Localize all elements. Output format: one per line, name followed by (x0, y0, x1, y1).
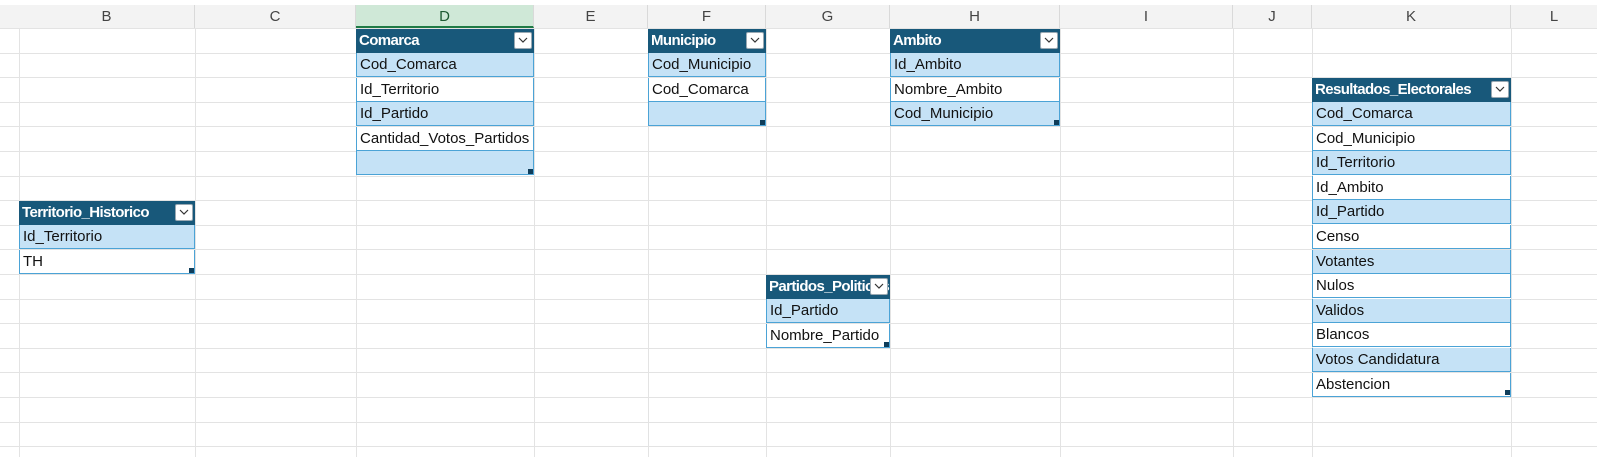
table-row[interactable]: Censo (1312, 225, 1511, 249)
table-row[interactable]: Votantes (1312, 249, 1511, 274)
table-header[interactable]: Ambito (890, 29, 1060, 53)
grid-line (0, 53, 1597, 54)
grid-line (766, 28, 767, 457)
grid-line (0, 446, 1597, 447)
grid-line (534, 28, 535, 457)
resize-handle-icon[interactable] (760, 120, 765, 125)
table-row[interactable]: Validos (1312, 298, 1511, 323)
resize-handle-icon[interactable] (884, 342, 889, 347)
table-header[interactable]: Municipio (648, 29, 766, 53)
table-row[interactable]: Blancos (1312, 323, 1511, 348)
grid-line (1511, 28, 1512, 457)
table-municipio[interactable]: Municipio Cod_Municipio Cod_Comarca (648, 29, 766, 127)
table-row[interactable]: Id_Territorio (19, 225, 195, 249)
grid-line (0, 397, 1597, 398)
resize-handle-icon[interactable] (528, 169, 533, 174)
column-header-c[interactable]: C (195, 5, 356, 28)
grid-line (0, 422, 1597, 423)
table-row[interactable]: Votos Candidatura (1312, 348, 1511, 372)
table-row[interactable]: Id_Territorio (356, 77, 534, 102)
table-row[interactable]: Nulos (1312, 274, 1511, 299)
column-header-b[interactable]: B (19, 5, 195, 28)
chevron-down-icon (874, 283, 884, 289)
column-header-d[interactable]: D (356, 5, 534, 28)
filter-dropdown-button[interactable] (514, 32, 532, 49)
table-row[interactable]: Cantidad_Votos_Partidos (356, 126, 534, 151)
table-header[interactable]: Comarca (356, 29, 534, 53)
column-header-e[interactable]: E (534, 5, 648, 28)
table-row[interactable]: Id_Partido (1312, 200, 1511, 225)
spreadsheet-grid[interactable]: B C D E F G H I J K L Comarca Cod_Comarca… (0, 0, 1597, 457)
resize-handle-icon[interactable] (1054, 120, 1059, 125)
filter-dropdown-button[interactable] (1040, 32, 1058, 49)
table-header[interactable]: Partidos_Politicos (766, 275, 890, 299)
table-header-label: Municipio (651, 32, 716, 49)
chevron-down-icon (750, 37, 760, 43)
table-header[interactable]: Resultados_Electorales (1312, 78, 1511, 102)
table-row[interactable]: Id_Ambito (1312, 175, 1511, 200)
column-header-j[interactable]: J (1233, 5, 1312, 28)
table-row[interactable]: Id_Partido (356, 102, 534, 127)
table-row[interactable]: Cod_Comarca (648, 77, 766, 102)
chevron-down-icon (1495, 86, 1505, 92)
chevron-down-icon (518, 37, 528, 43)
table-header-label: Ambito (893, 32, 942, 49)
table-row[interactable]: Cod_Municipio (1312, 126, 1511, 151)
resize-handle-icon[interactable] (189, 268, 194, 273)
chevron-down-icon (179, 209, 189, 215)
table-comarca[interactable]: Comarca Cod_Comarca Id_Territorio Id_Partid… (356, 29, 534, 176)
column-header-g[interactable]: G (766, 5, 890, 28)
filter-dropdown-button[interactable] (175, 204, 193, 221)
column-header-f[interactable]: F (648, 5, 766, 28)
table-row[interactable]: Nombre_Partido (766, 323, 890, 348)
table-header-label: Territorio_Historico (22, 204, 150, 221)
table-row[interactable]: TH (19, 249, 195, 274)
column-header-l[interactable]: L (1511, 5, 1597, 28)
column-header-h[interactable]: H (890, 5, 1060, 28)
table-row[interactable]: Cod_Municipio (890, 102, 1060, 127)
table-row[interactable]: Id_Partido (766, 299, 890, 323)
resize-handle-icon[interactable] (1505, 390, 1510, 395)
column-header-i[interactable]: I (1060, 5, 1233, 28)
table-row[interactable]: Abstencion (1312, 372, 1511, 397)
filter-dropdown-button[interactable] (746, 32, 764, 49)
table-row[interactable] (356, 151, 534, 176)
table-partidos-politicos[interactable]: Partidos_Politicos Id_Partido Nombre_Parti… (766, 275, 890, 348)
column-header-k[interactable]: K (1312, 5, 1511, 28)
grid-line (1060, 28, 1061, 457)
table-territorio-historico[interactable]: Territorio_Historico Id_Territorio TH (19, 201, 195, 274)
filter-dropdown-button[interactable] (870, 278, 888, 295)
chevron-down-icon (1044, 37, 1054, 43)
table-ambito[interactable]: Ambito Id_Ambito Nombre_Ambito Cod_Municipi… (890, 29, 1060, 127)
table-row[interactable] (648, 102, 766, 127)
table-header[interactable]: Territorio_Historico (19, 201, 195, 225)
table-row[interactable]: Cod_Comarca (356, 53, 534, 77)
filter-dropdown-button[interactable] (1491, 81, 1509, 98)
table-row[interactable]: Id_Ambito (890, 53, 1060, 77)
table-header-label: Resultados_Electorales (1315, 81, 1472, 98)
grid-line (1233, 28, 1234, 457)
grid-line (0, 28, 1597, 29)
table-row[interactable]: Nombre_Ambito (890, 77, 1060, 102)
table-header-label: Comarca (359, 32, 420, 49)
table-row[interactable]: Cod_Comarca (1312, 102, 1511, 126)
grid-line (195, 28, 196, 457)
table-row[interactable]: Cod_Municipio (648, 53, 766, 77)
table-resultados-electorales[interactable]: Resultados_Electorales Cod_Comarca Cod_Mun… (1312, 78, 1511, 397)
table-row[interactable]: Id_Territorio (1312, 151, 1511, 176)
